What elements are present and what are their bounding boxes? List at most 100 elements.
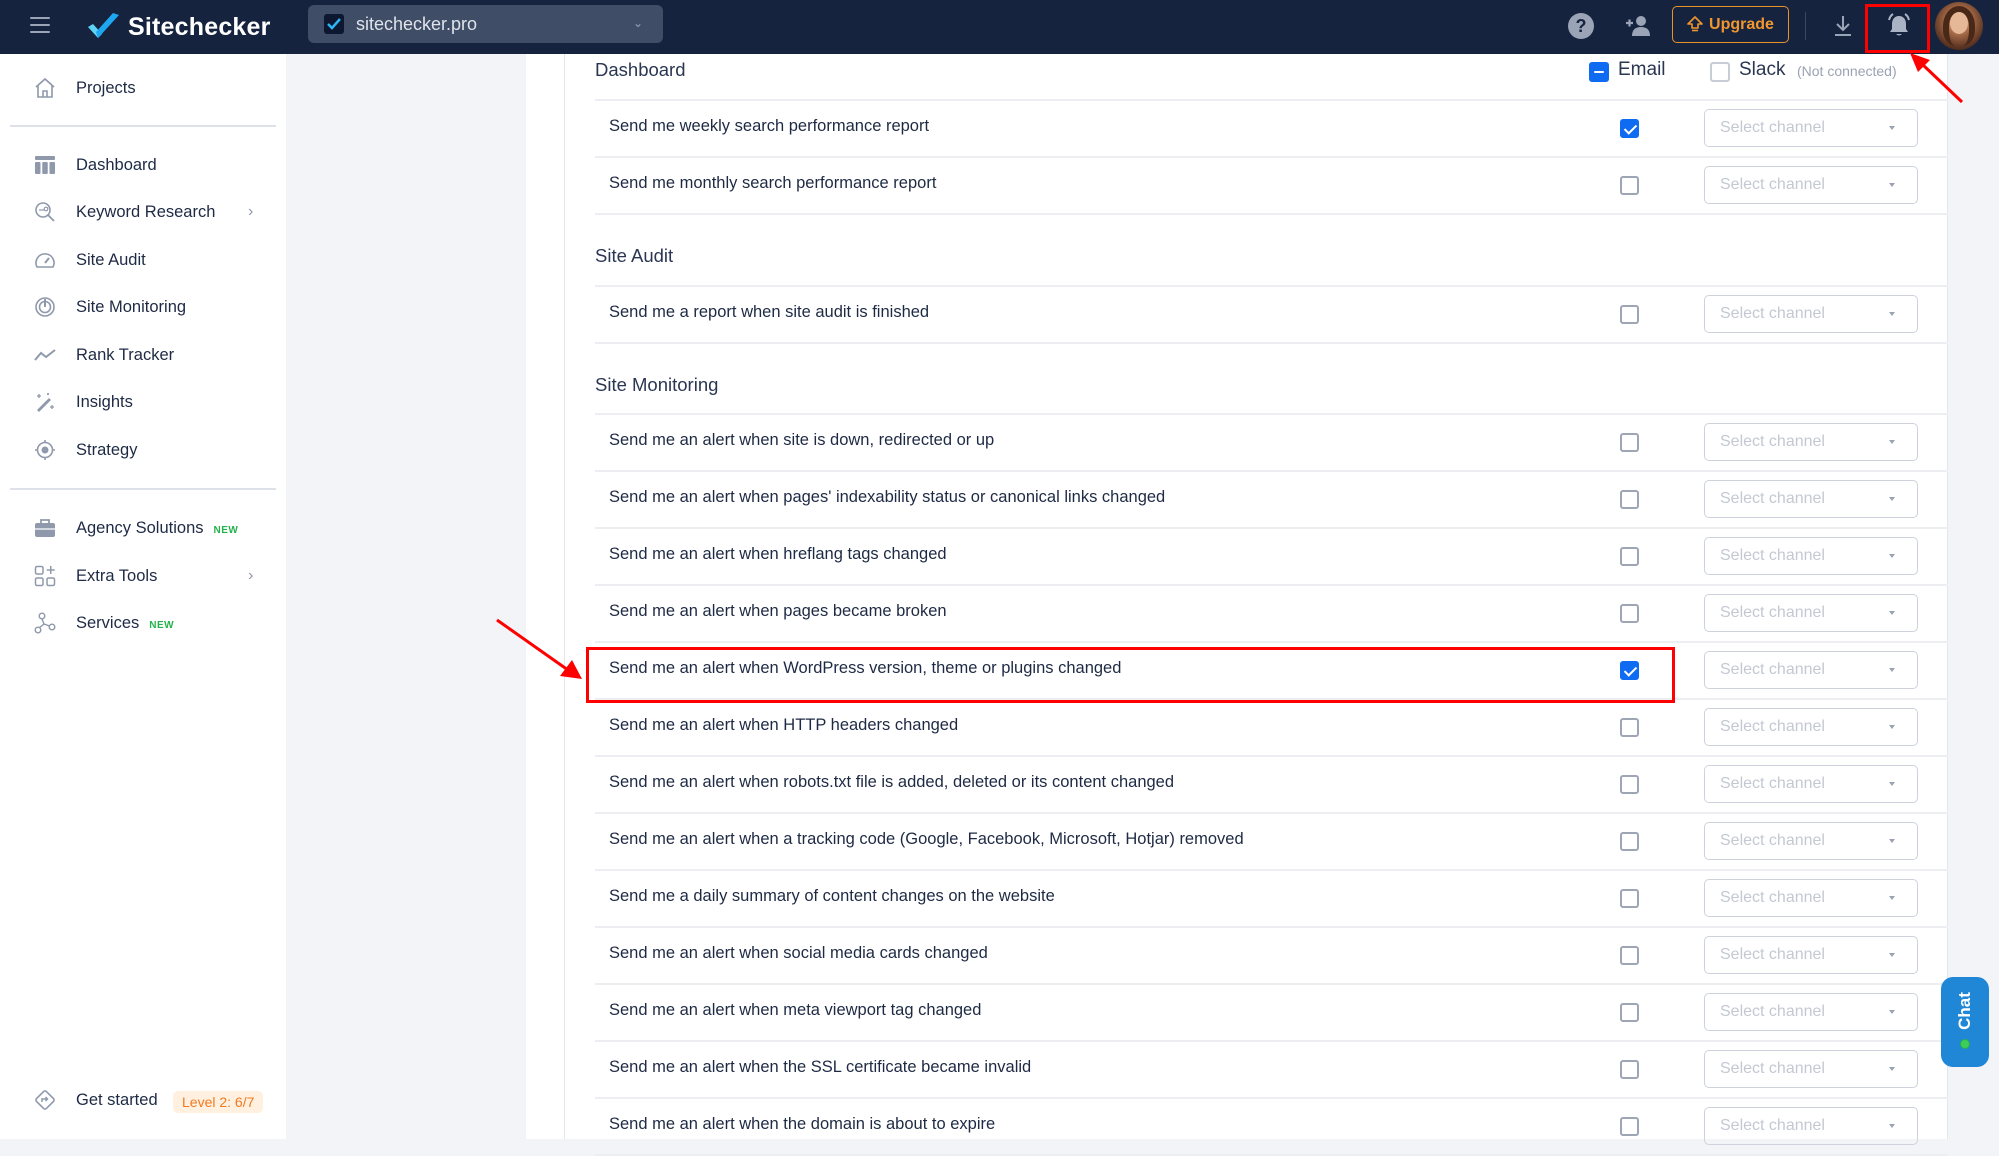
menu-icon[interactable] <box>30 17 50 33</box>
caret-down-icon <box>1889 497 1895 501</box>
sidebar-item-extra-tools[interactable]: Extra Tools › <box>0 556 286 596</box>
project-selector[interactable]: sitechecker.pro ⌄ <box>308 5 663 43</box>
slack-channel-select[interactable]: Select channel <box>1704 765 1918 803</box>
slack-channel-select[interactable]: Select channel <box>1704 166 1918 204</box>
email-checkbox[interactable] <box>1620 547 1639 566</box>
slack-channel-select[interactable]: Select channel <box>1704 822 1918 860</box>
sidebar-item-label: Strategy <box>76 440 138 459</box>
sidebar-item-projects[interactable]: Projects <box>0 68 286 108</box>
sidebar-item-label: Site Monitoring <box>76 297 187 316</box>
caret-down-icon <box>1889 953 1895 957</box>
chevron-right-icon: › <box>248 567 254 584</box>
caret-down-icon <box>1889 183 1895 187</box>
notification-label: Send me an alert when pages' indexabilit… <box>609 488 1166 506</box>
download-icon[interactable] <box>1829 12 1857 40</box>
slack-channel-select[interactable]: Select channel <box>1704 708 1918 746</box>
upgrade-arrow-icon <box>1687 16 1703 32</box>
notification-label: Send me an alert when the domain is abou… <box>609 1115 996 1133</box>
logo[interactable]: Sitechecker <box>86 9 271 45</box>
email-checkbox[interactable] <box>1620 661 1639 680</box>
slack-channel-select[interactable]: Select channel <box>1704 936 1918 974</box>
row-divider <box>595 99 1948 101</box>
email-checkbox[interactable] <box>1620 433 1639 452</box>
slack-channel-select[interactable]: Select channel <box>1704 109 1918 147</box>
chat-button[interactable]: Chat <box>1941 977 1989 1067</box>
email-checkbox[interactable] <box>1620 1117 1639 1136</box>
top-bar: Sitechecker sitechecker.pro ⌄ ? Upgrade <box>0 0 1999 54</box>
select-placeholder: Select channel <box>1720 661 1825 678</box>
sidebar-item-label-wrap: Agency Solutions NEW <box>76 519 238 538</box>
slack-channel-select[interactable]: Select channel <box>1704 651 1918 689</box>
sidebar-item-get-started[interactable]: Get started Level 2: 6/7 <box>0 1080 286 1120</box>
sidebar-item-dashboard[interactable]: Dashboard <box>0 145 286 185</box>
slack-channel-select[interactable]: Select channel <box>1704 1107 1918 1145</box>
select-placeholder: Select channel <box>1720 433 1825 450</box>
slack-channel-select[interactable]: Select channel <box>1704 537 1918 575</box>
email-checkbox[interactable] <box>1620 119 1639 138</box>
email-checkbox[interactable] <box>1620 889 1639 908</box>
email-checkbox[interactable] <box>1620 775 1639 794</box>
row-divider <box>595 641 1948 643</box>
slack-channel-select[interactable]: Select channel <box>1704 594 1918 632</box>
chat-label: Chat <box>1955 992 1974 1030</box>
sitechecker-logo-icon <box>88 13 119 38</box>
sidebar-item-label: Site Audit <box>76 250 146 269</box>
briefcase-icon <box>33 516 57 540</box>
sidebar-item-rank-tracker[interactable]: Rank Tracker <box>0 335 286 375</box>
sidebar-item-agency-solutions[interactable]: Agency Solutions NEW <box>0 508 286 548</box>
select-placeholder: Select channel <box>1720 889 1825 906</box>
avatar[interactable] <box>1935 2 1983 50</box>
sidebar-item-label: Agency Solutions <box>76 518 204 537</box>
email-checkbox[interactable] <box>1620 946 1639 965</box>
section-title-site-audit: Site Audit <box>595 245 674 266</box>
email-checkbox[interactable] <box>1620 176 1639 195</box>
help-icon[interactable]: ? <box>1567 12 1595 40</box>
email-checkbox[interactable] <box>1620 718 1639 737</box>
slack-channel-select[interactable]: Select channel <box>1704 295 1918 333</box>
caret-down-icon <box>1889 554 1895 558</box>
slack-channel-select[interactable]: Select channel <box>1704 423 1918 461</box>
online-status-icon <box>1960 1039 1970 1049</box>
tools-grid-icon <box>33 564 57 588</box>
caret-down-icon <box>1889 896 1895 900</box>
add-user-icon[interactable] <box>1624 12 1652 40</box>
sidebar: Projects Dashboard Keyword Research › Si… <box>0 54 286 1139</box>
sidebar-item-site-audit[interactable]: Site Audit <box>0 240 286 280</box>
new-badge: NEW <box>213 524 239 536</box>
caret-down-icon <box>1889 1124 1895 1128</box>
content-padding <box>526 54 564 1139</box>
row-divider <box>595 527 1948 529</box>
keyword-search-icon <box>33 200 57 224</box>
sidebar-item-insights[interactable]: Insights <box>0 382 286 422</box>
email-checkbox[interactable] <box>1620 1060 1639 1079</box>
slack-channel-select[interactable]: Select channel <box>1704 480 1918 518</box>
sidebar-item-site-monitoring[interactable]: Site Monitoring <box>0 287 286 327</box>
email-checkbox[interactable] <box>1620 604 1639 623</box>
email-checkbox[interactable] <box>1620 832 1639 851</box>
email-column-checkbox[interactable] <box>1589 62 1609 82</box>
email-checkbox[interactable] <box>1620 305 1639 324</box>
slack-channel-select[interactable]: Select channel <box>1704 993 1918 1031</box>
sidebar-item-services[interactable]: Services NEW <box>0 603 286 643</box>
select-placeholder: Select channel <box>1720 1117 1825 1134</box>
level-badge: Level 2: 6/7 <box>173 1091 264 1113</box>
chevron-right-icon: › <box>248 203 254 220</box>
magic-wand-icon <box>33 390 57 414</box>
select-placeholder: Select channel <box>1720 775 1825 792</box>
sidebar-item-keyword-research[interactable]: Keyword Research › <box>0 192 286 232</box>
slack-channel-select[interactable]: Select channel <box>1704 1050 1918 1088</box>
notification-label: Send me weekly search performance report <box>609 117 930 135</box>
email-checkbox[interactable] <box>1620 1003 1639 1022</box>
bell-icon[interactable] <box>1885 12 1913 40</box>
email-checkbox[interactable] <box>1620 490 1639 509</box>
caret-down-icon <box>1889 782 1895 786</box>
select-placeholder: Select channel <box>1720 490 1825 507</box>
notification-label: Send me an alert when WordPress version,… <box>609 659 1122 677</box>
slack-channel-select[interactable]: Select channel <box>1704 879 1918 917</box>
sidebar-item-strategy[interactable]: Strategy <box>0 430 286 470</box>
slack-column-checkbox[interactable] <box>1710 62 1730 82</box>
notification-label: Send me a daily summary of content chang… <box>609 887 1055 905</box>
row-divider <box>595 413 1948 415</box>
upgrade-button[interactable]: Upgrade <box>1672 6 1789 43</box>
content-gutter <box>286 54 526 1139</box>
